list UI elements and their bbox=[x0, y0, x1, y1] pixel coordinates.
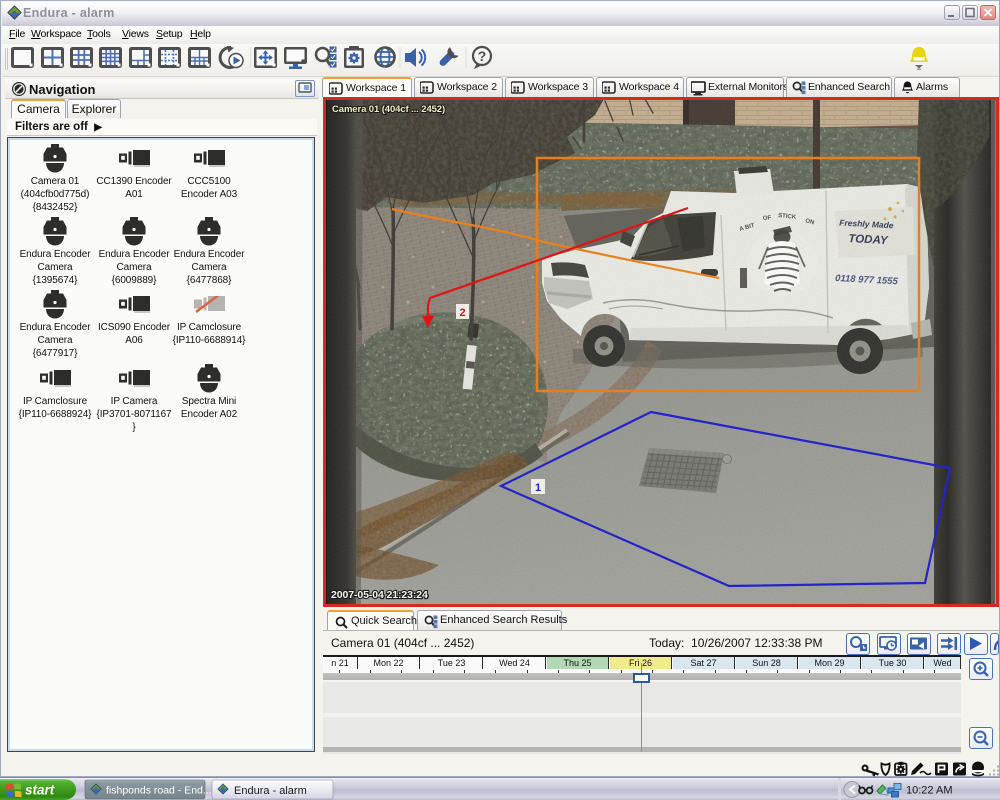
svg-text:10:22 AM: 10:22 AM bbox=[906, 785, 952, 797]
svg-text:2: 2 bbox=[459, 307, 465, 319]
svg-text:1: 1 bbox=[535, 482, 541, 494]
svg-text:2007-05-04 21:23:24: 2007-05-04 21:23:24 bbox=[331, 589, 428, 601]
svg-text:Endura - alarm: Endura - alarm bbox=[234, 785, 307, 797]
svg-text:start: start bbox=[25, 783, 55, 798]
svg-text:?: ? bbox=[478, 48, 487, 64]
svg-text:Camera 01 (404cf ... 2452): Camera 01 (404cf ... 2452) bbox=[332, 104, 445, 115]
svg-text:fishponds road - End...: fishponds road - End... bbox=[106, 785, 212, 797]
